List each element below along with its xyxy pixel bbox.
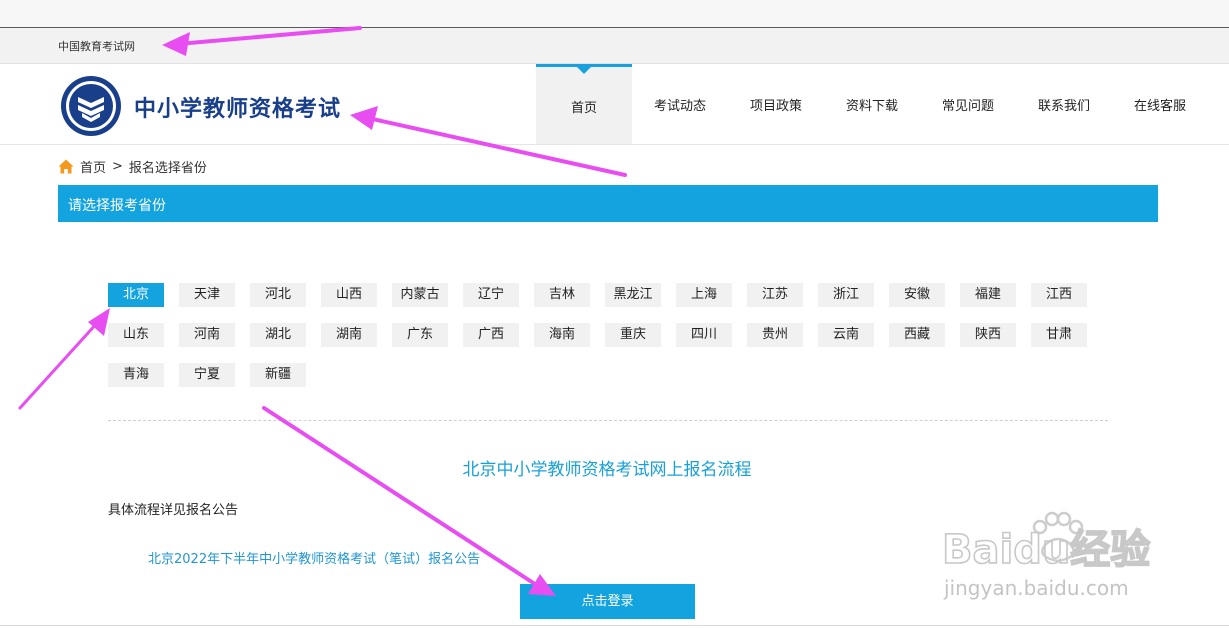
top-bar: 中国教育考试网 — [0, 28, 1229, 64]
province-17[interactable]: 湖北 — [250, 323, 306, 347]
province-16[interactable]: 河南 — [179, 323, 235, 347]
detail-text: 具体流程详见报名公告 — [108, 503, 239, 518]
province-19[interactable]: 广东 — [392, 323, 448, 347]
province-26[interactable]: 西藏 — [889, 323, 945, 347]
bottom-border — [0, 625, 1229, 626]
province-18[interactable]: 湖南 — [321, 323, 377, 347]
nav-downloads[interactable]: 资料下载 — [824, 64, 920, 144]
nav-policy[interactable]: 项目政策 — [728, 64, 824, 144]
province-15[interactable]: 山东 — [108, 323, 164, 347]
watermark-url: jingyan.baidu.com — [943, 576, 1129, 600]
arrow-head-icon — [88, 308, 110, 336]
province-24[interactable]: 贵州 — [747, 323, 803, 347]
province-4[interactable]: 山西 — [321, 283, 377, 307]
nav-home[interactable]: 首页 — [536, 64, 632, 144]
notice-link[interactable]: 北京2022年下半年中小学教师资格考试（笔试）报名公告 — [148, 548, 480, 567]
province-6[interactable]: 辽宁 — [463, 283, 519, 307]
arrow-to-beijing — [18, 320, 100, 410]
watermark-logo: Baidu经验 — [942, 527, 1150, 573]
province-25[interactable]: 云南 — [818, 323, 874, 347]
province-5[interactable]: 内蒙古 — [392, 283, 448, 307]
province-30[interactable]: 宁夏 — [179, 363, 235, 387]
province-22[interactable]: 重庆 — [605, 323, 661, 347]
province-9[interactable]: 上海 — [676, 283, 732, 307]
province-11[interactable]: 浙江 — [818, 283, 874, 307]
province-23[interactable]: 四川 — [676, 323, 732, 347]
browser-top-strip — [0, 0, 1229, 28]
section-title: 请选择报考省份 — [68, 198, 166, 214]
province-29[interactable]: 青海 — [108, 363, 164, 387]
province-10[interactable]: 江苏 — [747, 283, 803, 307]
home-icon — [58, 159, 74, 174]
site-title: 中小学教师资格考试 — [134, 97, 342, 122]
province-31[interactable]: 新疆 — [250, 363, 306, 387]
breadcrumb-current: 报名选择省份 — [128, 161, 207, 176]
province-7[interactable]: 吉林 — [534, 283, 590, 307]
province-3[interactable]: 河北 — [250, 283, 306, 307]
province-2[interactable]: 天津 — [179, 283, 235, 307]
dashed-divider — [108, 420, 1108, 421]
site-header: 中小学教师资格考试 首页 考试动态 项目政策 资料下载 常见问题 联系我们 在线… — [0, 64, 1229, 145]
main-nav: 首页 考试动态 项目政策 资料下载 常见问题 联系我们 在线客服 — [536, 64, 1208, 144]
active-caret-icon — [577, 67, 591, 74]
province-28[interactable]: 甘肃 — [1031, 323, 1087, 347]
section-header: 请选择报考省份 — [58, 185, 1158, 222]
nav-online-service[interactable]: 在线客服 — [1112, 64, 1208, 144]
province-1[interactable]: 北京 — [108, 283, 164, 307]
province-27[interactable]: 陕西 — [960, 323, 1016, 347]
site-logo-icon[interactable] — [60, 75, 122, 137]
nav-faq[interactable]: 常见问题 — [920, 64, 1016, 144]
flow-title: 北京中小学教师资格考试网上报名流程 — [462, 460, 752, 480]
login-button[interactable]: 点击登录 — [520, 584, 695, 619]
province-14[interactable]: 江西 — [1031, 283, 1087, 307]
province-13[interactable]: 福建 — [960, 283, 1016, 307]
province-21[interactable]: 海南 — [534, 323, 590, 347]
neea-link[interactable]: 中国教育考试网 — [58, 38, 135, 54]
nav-exam-news[interactable]: 考试动态 — [632, 64, 728, 144]
province-20[interactable]: 广西 — [463, 323, 519, 347]
nav-contact[interactable]: 联系我们 — [1016, 64, 1112, 144]
breadcrumb: 首页 > 报名选择省份 — [58, 157, 207, 176]
baidu-watermark: Baidu经验 jingyan.baidu.com — [941, 511, 1151, 600]
province-8[interactable]: 黑龙江 — [605, 283, 661, 307]
breadcrumb-separator: > — [112, 159, 123, 174]
breadcrumb-home[interactable]: 首页 — [80, 157, 106, 176]
province-12[interactable]: 安徽 — [889, 283, 945, 307]
